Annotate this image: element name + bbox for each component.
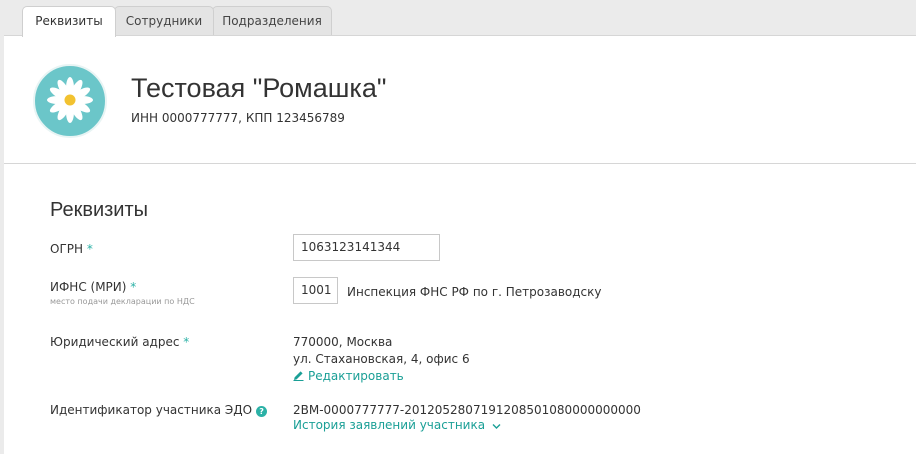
- edo-id: 2BM-0000777777-2012052807191208501080000…: [293, 403, 641, 417]
- tab-bar: Подразделения Сотрудники Реквизиты: [0, 0, 916, 37]
- section-title: Реквизиты: [50, 199, 149, 221]
- ifns-code-field[interactable]: 1001: [293, 277, 338, 304]
- edo-label-text: Идентификатор участника ЭДО: [50, 403, 253, 417]
- tab-requisites[interactable]: Реквизиты: [22, 6, 116, 37]
- ifns-name: Инспекция ФНС РФ по г. Петрозаводску: [347, 285, 602, 299]
- ifns-label-text: ИФНС (МРИ): [50, 280, 127, 294]
- chevron-down-icon: [492, 424, 501, 429]
- ifns-sublabel: место подачи декларации по НДС: [50, 297, 195, 306]
- edit-address-link[interactable]: Редактировать: [293, 369, 404, 383]
- org-header: Тестовая "Ромашка" ИНН 0000777777, КПП 1…: [4, 36, 916, 164]
- history-link[interactable]: История заявлений участника: [293, 418, 501, 432]
- ogrn-label-text: ОГРН: [50, 242, 84, 256]
- required-mark: *: [130, 280, 137, 294]
- ogrn-label: ОГРН *: [50, 242, 93, 256]
- daisy-logo-icon: [47, 77, 93, 123]
- required-mark: *: [86, 242, 93, 256]
- tab-employees[interactable]: Сотрудники: [114, 6, 214, 36]
- main-content: Тестовая "Ромашка" ИНН 0000777777, КПП 1…: [4, 35, 916, 454]
- ogrn-field[interactable]: 1063123141344: [293, 234, 440, 261]
- ifns-label: ИФНС (МРИ) *: [50, 280, 136, 294]
- history-link-text: История заявлений участника: [293, 418, 486, 432]
- tab-departments[interactable]: Подразделения: [212, 6, 332, 36]
- address-label: Юридический адрес *: [50, 335, 189, 349]
- org-tax-ids: ИНН 0000777777, КПП 123456789: [131, 111, 345, 125]
- required-mark: *: [183, 335, 190, 349]
- org-avatar: [33, 64, 107, 138]
- edo-label: Идентификатор участника ЭДО?: [50, 403, 268, 417]
- pencil-icon: [293, 371, 304, 381]
- question-icon[interactable]: ?: [256, 406, 268, 417]
- address-line-2: ул. Стахановская, 4, офис 6: [293, 352, 470, 366]
- address-label-text: Юридический адрес: [50, 335, 180, 349]
- org-name: Тестовая "Ромашка": [131, 73, 387, 103]
- address-line-1: 770000, Москва: [293, 335, 393, 349]
- edit-address-link-text: Редактировать: [308, 369, 404, 383]
